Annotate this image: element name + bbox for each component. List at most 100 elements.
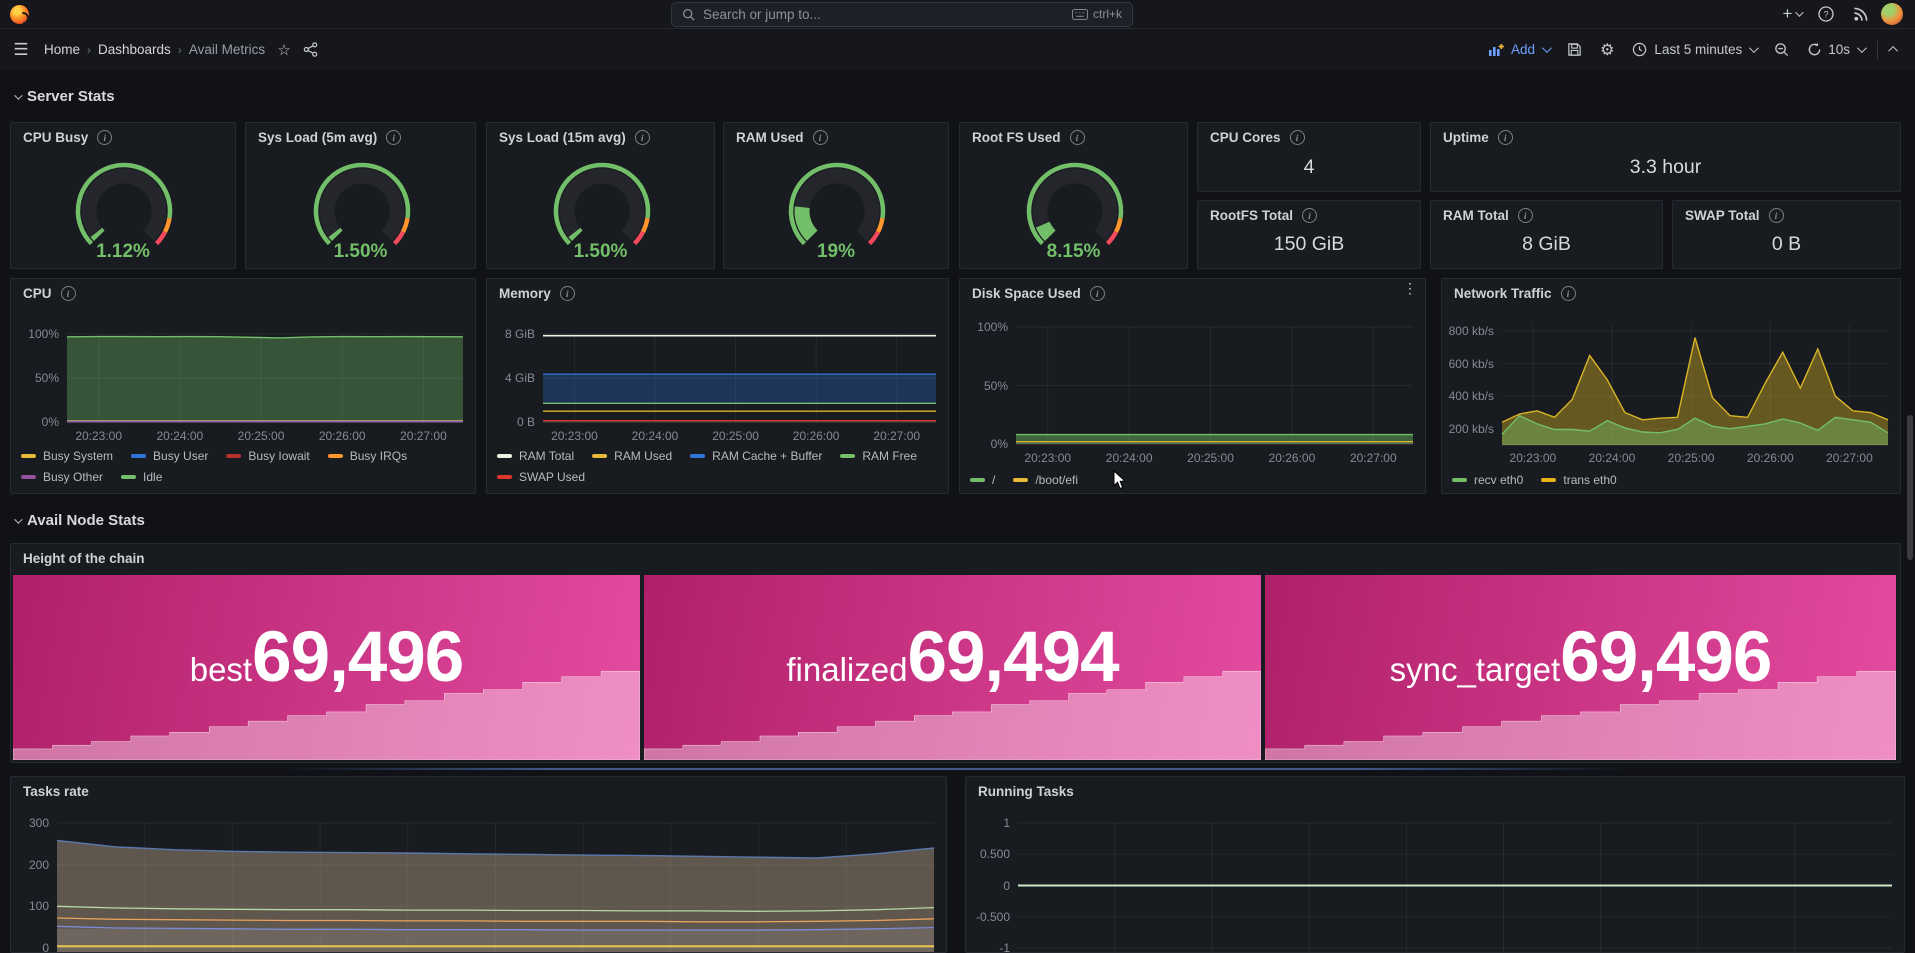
y-axis-label: -0.500 [966,910,1010,924]
x-axis-label: 20:26:00 [1735,451,1805,465]
y-axis-label: 0% [960,437,1008,451]
zoom-out-button[interactable] [1765,35,1798,65]
x-axis-label: 20:25:00 [226,429,296,443]
chain-stat-text: best69,496 [190,617,464,698]
stat-value-ram-total: 8 GiB [1431,233,1662,256]
gauge-panel-0-title: CPU Busy i [23,130,112,145]
legend-cpu: Busy System Busy User Busy Iowait Busy IRQs… [21,449,463,484]
legend-item[interactable]: RAM Free [840,449,917,463]
legend-item[interactable]: recv eth0 [1452,473,1523,487]
x-axis-label: 20:27:00 [388,429,458,443]
gauge-panel-4-title: Root FS Usedi [972,130,1085,145]
x-axis-label: 20:26:00 [307,429,377,443]
news-rss-icon[interactable] [1843,1,1877,27]
info-icon[interactable]: i [1070,130,1085,145]
legend-item[interactable]: / [970,473,995,487]
legend-label: RAM Total [519,449,574,463]
refresh-button[interactable] [1798,35,1826,65]
legend-color-chip [592,454,607,458]
info-icon[interactable]: i [1302,208,1317,223]
dashboard-toolbar: ☰ Home › Dashboards › Avail Metrics ☆ Ad [0,29,1915,70]
legend-item[interactable]: RAM Cache + Buffer [690,449,822,463]
page-scrollbar[interactable] [1907,415,1913,560]
dashboard-settings-button[interactable]: ⚙ [1591,35,1623,65]
stat-panel-uptime-title-text: Uptime [1443,130,1489,145]
cpu-series-Idle [67,337,463,422]
legend-item[interactable]: Busy Iowait [226,449,309,463]
user-avatar[interactable] [1881,3,1903,25]
gauge-panel-3: RAM Usedi 19% [723,122,949,269]
chart-panel-memory: Memoryi8 GiB4 GiB0 B20:23:0020:24:0020:2… [486,278,949,494]
keyboard-icon [1072,9,1088,20]
legend-item[interactable]: Idle [121,470,162,484]
legend-item[interactable]: RAM Used [592,449,672,463]
stat-value-swap-total: 0 B [1673,233,1900,256]
collapse-toolbar-button[interactable] [1882,35,1907,65]
gauge-panel-2-title-text: Sys Load (15m avg) [499,130,626,145]
clock-icon [1632,42,1647,57]
legend-color-chip [1541,478,1556,482]
menu-hamburger-icon[interactable]: ☰ [4,37,38,63]
breadcrumb-dashboards[interactable]: Dashboards [98,42,171,57]
new-button[interactable]: + [1775,1,1809,27]
info-icon[interactable]: i [635,130,650,145]
info-icon[interactable]: i [1290,130,1305,145]
legend-label: Busy System [43,449,113,463]
x-axis-label: 20:23:00 [64,429,134,443]
breadcrumb-home[interactable]: Home [44,42,80,57]
breadcrumb-separator: › [87,43,91,57]
stat-panel-cpu-cores-title-text: CPU Cores [1210,130,1281,145]
dashboard-canvas: Server Stats Avail Node Stats CPU Busy i 1… [0,70,1915,953]
grafana-window: Search or jump to... ctrl+k + ? [0,0,1915,953]
stat-panel-ram-total-title-text: RAM Total [1443,208,1509,223]
gauge-panel-0-title-text: CPU Busy [23,130,88,145]
legend-item[interactable]: trans eth0 [1541,473,1616,487]
add-button[interactable]: Add [1479,35,1558,65]
legend-network: recv eth0 trans eth0 [1452,473,1888,487]
legend-item[interactable]: Busy System [21,449,113,463]
legend-color-chip [497,454,512,458]
info-icon[interactable]: i [813,130,828,145]
save-dashboard-button[interactable] [1558,35,1591,65]
legend-memory: RAM Total RAM Used RAM Cache + Buffer RAM F… [497,449,936,484]
chain-stat-best: best69,496 [13,575,640,760]
legend-item[interactable]: Busy IRQs [328,449,407,463]
section-server-stats[interactable]: Server Stats [14,88,115,105]
info-icon[interactable]: i [97,130,112,145]
legend-color-chip [131,454,146,458]
legend-label: Busy Other [43,470,103,484]
search-input[interactable]: Search or jump to... ctrl+k [671,2,1133,27]
time-range-picker[interactable]: Last 5 minutes [1623,35,1765,65]
share-icon[interactable] [293,37,327,63]
gauge-panel-3-title: RAM Usedi [736,130,828,145]
legend-item[interactable]: RAM Total [497,449,574,463]
grafana-logo-icon[interactable] [10,5,29,24]
chart-panel-cpu: CPUi100%50%0%20:23:0020:24:0020:25:0020:… [10,278,476,494]
info-icon[interactable]: i [386,130,401,145]
info-icon[interactable]: i [1498,130,1513,145]
y-axis-label: 200 [11,858,49,872]
x-axis-label: 20:25:00 [701,429,771,443]
chain-stat-label: sync_target [1390,651,1561,689]
legend-label: Busy User [153,449,208,463]
legend-item[interactable]: Busy User [131,449,208,463]
legend-item[interactable]: /boot/efi [1013,473,1078,487]
y-axis-label: 100% [960,320,1008,334]
chain-panel-title: Height of the chain [23,551,145,566]
stat-panel-rootfs-total-title: RootFS Totali [1210,208,1317,223]
section-avail-node-stats[interactable]: Avail Node Stats [14,512,145,529]
chain-stat-value: 69,496 [1560,617,1771,698]
chain-panel-title-text: Height of the chain [23,551,145,566]
info-icon[interactable]: i [1518,208,1533,223]
legend-item[interactable]: SWAP Used [497,470,585,484]
info-icon[interactable]: i [1769,208,1784,223]
legend-item[interactable]: Busy Other [21,470,103,484]
x-axis-label: 20:24:00 [1577,451,1647,465]
stat-panel-uptime: Uptimei3.3 hour [1430,122,1901,192]
legend-disk: / /boot/efi [970,473,1413,487]
y-axis-label: 400 kb/s [1442,389,1494,403]
save-icon [1567,42,1582,57]
help-icon[interactable]: ? [1809,1,1843,27]
refresh-interval-dropdown[interactable]: 10s [1826,35,1873,65]
gauge-value: 19% [724,241,948,263]
